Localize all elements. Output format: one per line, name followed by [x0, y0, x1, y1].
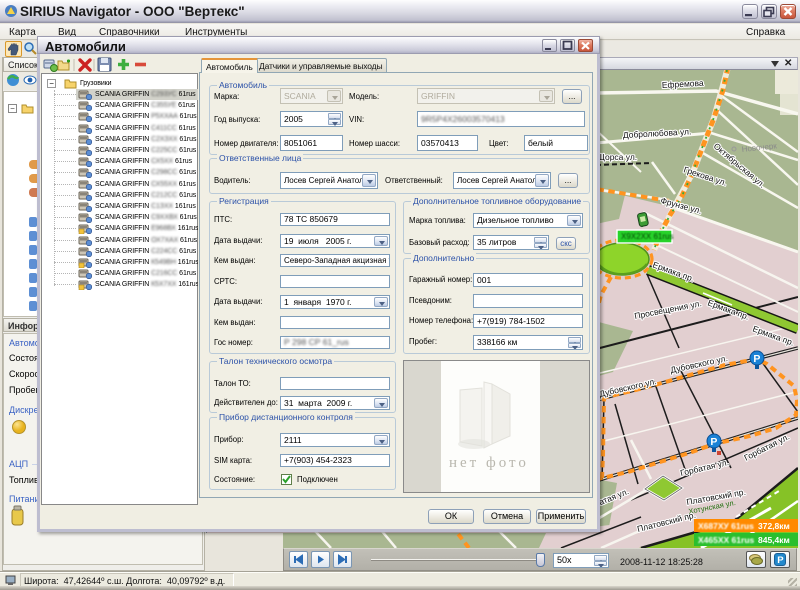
svg-text:845,4км: 845,4км [758, 535, 790, 545]
svg-text:P: P [710, 436, 717, 448]
svg-text:Щорса ул.: Щорса ул. [597, 152, 637, 162]
svg-text:P: P [777, 555, 784, 566]
svg-text:Х9Х2ХХ 61rus: Х9Х2ХХ 61rus [621, 232, 673, 241]
svg-text:Х465ХХ 61rus: Х465ХХ 61rus [698, 535, 755, 545]
svg-text:P: P [753, 353, 760, 365]
svg-text:Х687ХУ 61rus: Х687ХУ 61rus [698, 521, 754, 531]
svg-text:372,8км: 372,8км [758, 521, 790, 531]
